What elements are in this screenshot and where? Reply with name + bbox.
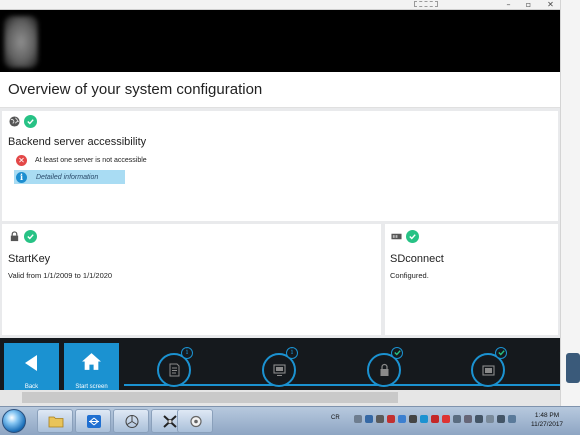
device-icon xyxy=(391,233,402,240)
home-icon xyxy=(82,353,101,370)
lock-icon xyxy=(10,231,19,242)
windows-taskbar: CR 1:48 PM 11/27/2017 xyxy=(0,406,580,435)
network-icon[interactable] xyxy=(508,415,516,423)
error-x-icon: ✕ xyxy=(16,155,27,166)
backend-panel: Backend server accessibility xyxy=(2,111,558,221)
startkey-title: StartKey xyxy=(8,253,51,265)
taskbar-explorer[interactable] xyxy=(37,409,73,433)
tray-icon[interactable] xyxy=(354,415,362,423)
clock-time: 1:48 PM xyxy=(534,412,560,419)
lock-icon xyxy=(380,363,389,376)
titlebar-handle[interactable] xyxy=(414,1,438,7)
horizontal-scrollbar[interactable] xyxy=(0,390,560,406)
blurred-logo xyxy=(4,16,38,68)
start-screen-button[interactable]: Start screen xyxy=(64,343,119,390)
teamviewer-icon xyxy=(87,415,101,428)
side-panel-handle[interactable] xyxy=(566,353,580,383)
ok-check-icon xyxy=(406,230,419,243)
title-band: Overview of your system configuration xyxy=(0,72,560,108)
tray-icon[interactable] xyxy=(409,415,417,423)
sdconnect-status: Configured. xyxy=(390,271,429,280)
tray-icon[interactable] xyxy=(376,415,384,423)
server-error-row: ✕ At least one server is not accessible xyxy=(16,155,147,166)
check-badge-icon xyxy=(391,347,403,359)
monitor-icon xyxy=(273,364,286,376)
app-header xyxy=(0,10,560,72)
back-arrow-icon xyxy=(25,355,37,371)
tray-icon[interactable] xyxy=(464,415,472,423)
sdconnect-status-row xyxy=(391,230,419,243)
tray-icon[interactable] xyxy=(486,415,494,423)
taskbar-mercedes[interactable] xyxy=(113,409,149,433)
xentry-icon xyxy=(163,415,177,428)
tray-icon[interactable] xyxy=(475,415,483,423)
backend-title: Backend server accessibility xyxy=(8,136,147,148)
bottom-dock: Back Start screen i i xyxy=(0,338,560,390)
tray-icon[interactable] xyxy=(365,415,373,423)
check-badge-icon xyxy=(495,347,507,359)
volume-icon[interactable] xyxy=(497,415,505,423)
sdconnect-title: SDconnect xyxy=(390,253,444,265)
server-error-text: At least one server is not accessible xyxy=(35,157,147,164)
dock-monitor-button[interactable]: i xyxy=(262,347,298,387)
device-icon xyxy=(482,365,495,376)
dock-document-button[interactable]: i xyxy=(157,347,193,387)
restore-button[interactable]: ▫ xyxy=(523,0,534,9)
taskbar-clock[interactable]: 1:48 PM 11/27/2017 xyxy=(531,411,563,429)
folder-icon xyxy=(48,416,64,428)
tray-icon[interactable] xyxy=(442,415,450,423)
info-badge-icon: i xyxy=(286,347,298,359)
screen-root: { "window": { "minimize_glyph": "–", "re… xyxy=(0,0,580,435)
tray-icon[interactable] xyxy=(420,415,428,423)
vertical-scrollbar[interactable] xyxy=(560,0,580,406)
tray-icon[interactable] xyxy=(398,415,406,423)
detailed-information-link[interactable]: i Detailed information xyxy=(14,170,125,184)
dock-device-button[interactable] xyxy=(471,347,507,387)
minimize-button[interactable]: – xyxy=(503,0,514,9)
tray-icon[interactable] xyxy=(453,415,461,423)
startkey-validity: Valid from 1/1/2009 to 1/1/2020 xyxy=(8,271,113,280)
clock-date: 11/27/2017 xyxy=(531,421,564,428)
start-orb-icon[interactable] xyxy=(2,409,26,433)
ok-check-icon xyxy=(24,115,37,128)
back-button[interactable]: Back xyxy=(4,343,59,390)
tray-icon[interactable] xyxy=(387,415,395,423)
dock-lock-button[interactable] xyxy=(367,347,403,387)
scrollbar-thumb[interactable] xyxy=(22,392,398,403)
taskbar-teamviewer[interactable] xyxy=(75,409,111,433)
info-badge-icon: i xyxy=(181,347,193,359)
window-titlebar: – ▫ ✕ xyxy=(0,0,560,10)
page-title: Overview of your system configuration xyxy=(8,81,263,98)
ok-check-icon xyxy=(24,230,37,243)
close-button[interactable]: ✕ xyxy=(545,0,556,9)
startkey-status-row xyxy=(9,230,37,243)
taskbar-settings[interactable] xyxy=(177,409,213,433)
document-icon xyxy=(169,363,180,377)
language-indicator[interactable]: CR xyxy=(331,415,340,421)
tray-icon[interactable] xyxy=(431,415,439,423)
mercedes-icon xyxy=(125,415,139,428)
globe-icon xyxy=(9,116,20,127)
settings-icon xyxy=(190,415,202,428)
detailed-information-text: Detailed information xyxy=(36,173,99,181)
system-tray xyxy=(354,415,516,423)
sdconnect-panel: SDconnect Configured. xyxy=(385,224,558,335)
info-icon: i xyxy=(16,171,27,183)
startkey-panel: StartKey Valid from 1/1/2009 to 1/1/2020 xyxy=(2,224,381,335)
backend-status-row xyxy=(9,115,37,128)
